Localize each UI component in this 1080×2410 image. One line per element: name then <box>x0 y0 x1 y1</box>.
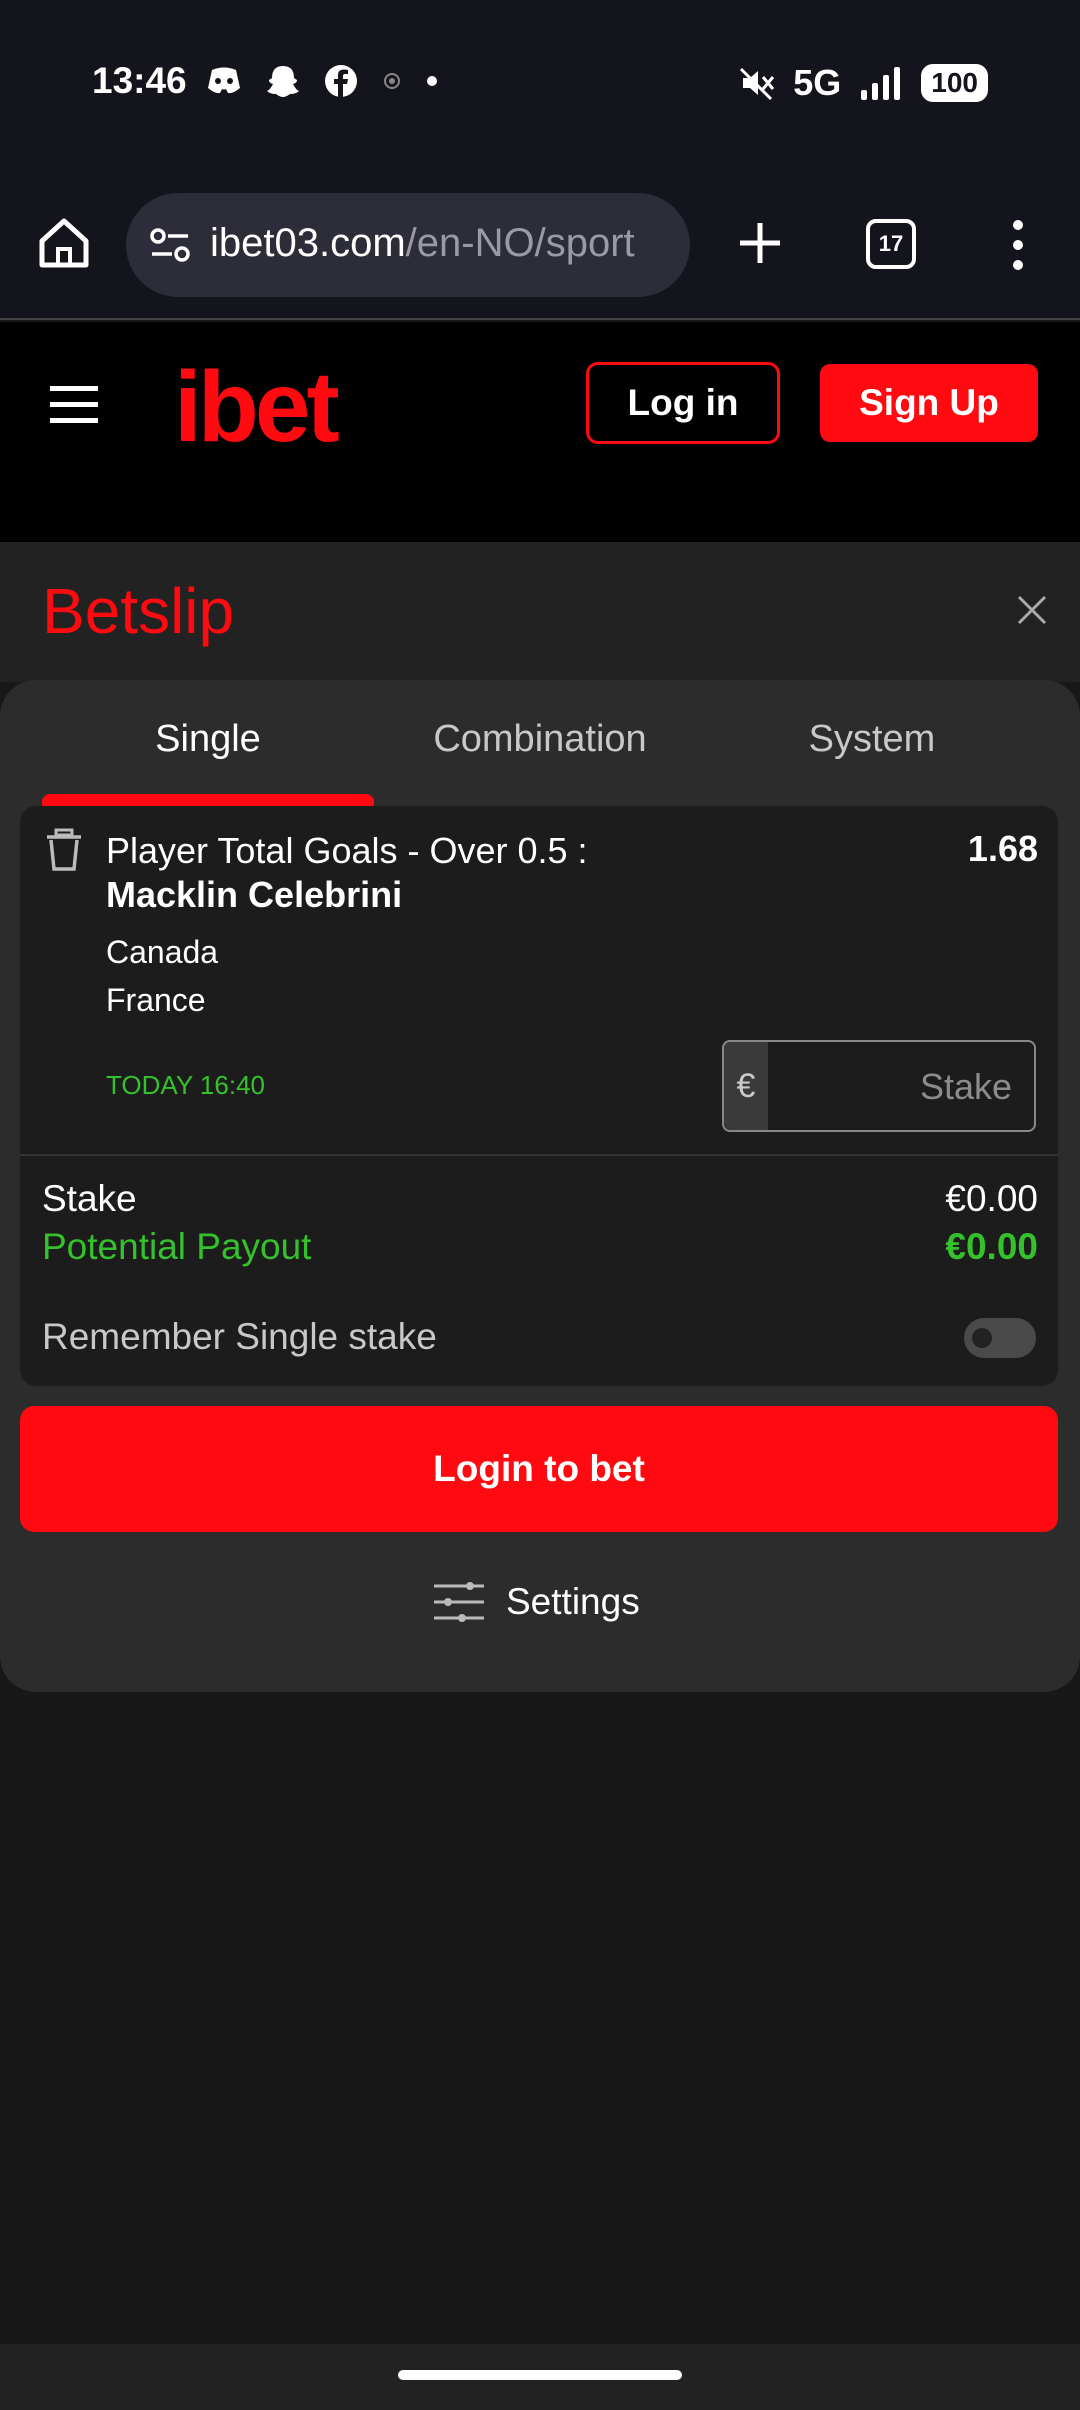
status-bar: 13:46 5G 100 <box>0 0 1080 175</box>
battery-icon: 100 <box>921 64 988 102</box>
home-icon[interactable] <box>36 215 92 271</box>
tab-switcher-button[interactable]: 17 <box>866 219 916 269</box>
hamburger-menu-icon[interactable] <box>50 384 98 424</box>
betslip-title: Betslip <box>42 575 235 647</box>
stake-label: Stake <box>42 1178 137 1219</box>
mute-icon <box>740 67 775 101</box>
notification-icons <box>206 64 438 98</box>
url-path: /en-NO/sport <box>405 221 635 265</box>
stake-value: €0.00 <box>945 1178 1038 1219</box>
address-bar[interactable]: ibet03.com/en-NO/sport <box>126 193 690 297</box>
signal-icon <box>861 67 901 100</box>
snapchat-icon <box>267 66 299 97</box>
url-text[interactable]: ibet03.com/en-NO/sport <box>210 221 635 266</box>
trash-icon[interactable] <box>44 828 84 872</box>
ibet-logo[interactable]: ibet <box>174 350 340 465</box>
facebook-icon <box>325 65 357 97</box>
status-time: 13:46 <box>92 60 187 101</box>
discord-icon <box>208 67 240 94</box>
browser-toolbar: ibet03.com/en-NO/sport 17 <box>0 175 1080 320</box>
stake-input[interactable]: € Stake <box>722 1040 1036 1132</box>
tab-combination[interactable]: Combination <box>374 718 706 761</box>
url-domain: ibet03.com <box>210 221 406 265</box>
settings-button[interactable]: Settings <box>432 1574 640 1630</box>
login-to-bet-button[interactable]: Login to bet <box>20 1406 1058 1532</box>
betslip-panel: Single Combination System Player Total G… <box>0 680 1080 1692</box>
tab-single[interactable]: Single <box>42 718 374 761</box>
more-options-icon[interactable] <box>1000 217 1036 273</box>
home-gesture-handle[interactable] <box>398 2370 682 2380</box>
team-home: Canada <box>106 934 219 970</box>
dot-icon <box>427 76 437 86</box>
team-away: France <box>106 982 206 1018</box>
bet-odds: 1.68 <box>967 828 1038 869</box>
bet-player: Macklin Celebrini <box>106 874 403 915</box>
potential-payout-value: €0.00 <box>945 1226 1038 1267</box>
site-header: ibet Log in Sign Up <box>0 322 1080 542</box>
system-icons: 5G 100 <box>739 62 988 104</box>
toggle-knob <box>972 1328 992 1348</box>
signup-button[interactable]: Sign Up <box>820 364 1038 442</box>
small-circle-icon <box>384 73 400 89</box>
bet-type-tabs: Single Combination System <box>0 680 1080 808</box>
bet-market: Player Total Goals - Over 0.5 : <box>106 830 588 871</box>
remember-stake-label: Remember Single stake <box>42 1316 437 1357</box>
potential-payout-label: Potential Payout <box>42 1226 312 1267</box>
site-settings-icon[interactable] <box>148 227 192 263</box>
gesture-nav-bar <box>0 2344 1080 2410</box>
close-icon[interactable] <box>1016 594 1048 626</box>
settings-label: Settings <box>506 1581 640 1622</box>
sliders-icon <box>434 1582 484 1622</box>
tab-system[interactable]: System <box>706 718 1038 761</box>
login-button[interactable]: Log in <box>586 362 780 444</box>
match-time: TODAY 16:40 <box>106 1070 265 1100</box>
remember-stake-toggle[interactable] <box>964 1318 1036 1358</box>
bet-selection-card: Player Total Goals - Over 0.5 : Macklin … <box>20 806 1058 1386</box>
stake-placeholder: Stake <box>919 1066 1012 1107</box>
currency-symbol: € <box>724 1042 768 1130</box>
divider <box>20 1154 1058 1156</box>
betslip-header: Betslip <box>0 542 1080 682</box>
network-type: 5G <box>793 62 842 103</box>
new-tab-icon[interactable] <box>736 219 784 267</box>
